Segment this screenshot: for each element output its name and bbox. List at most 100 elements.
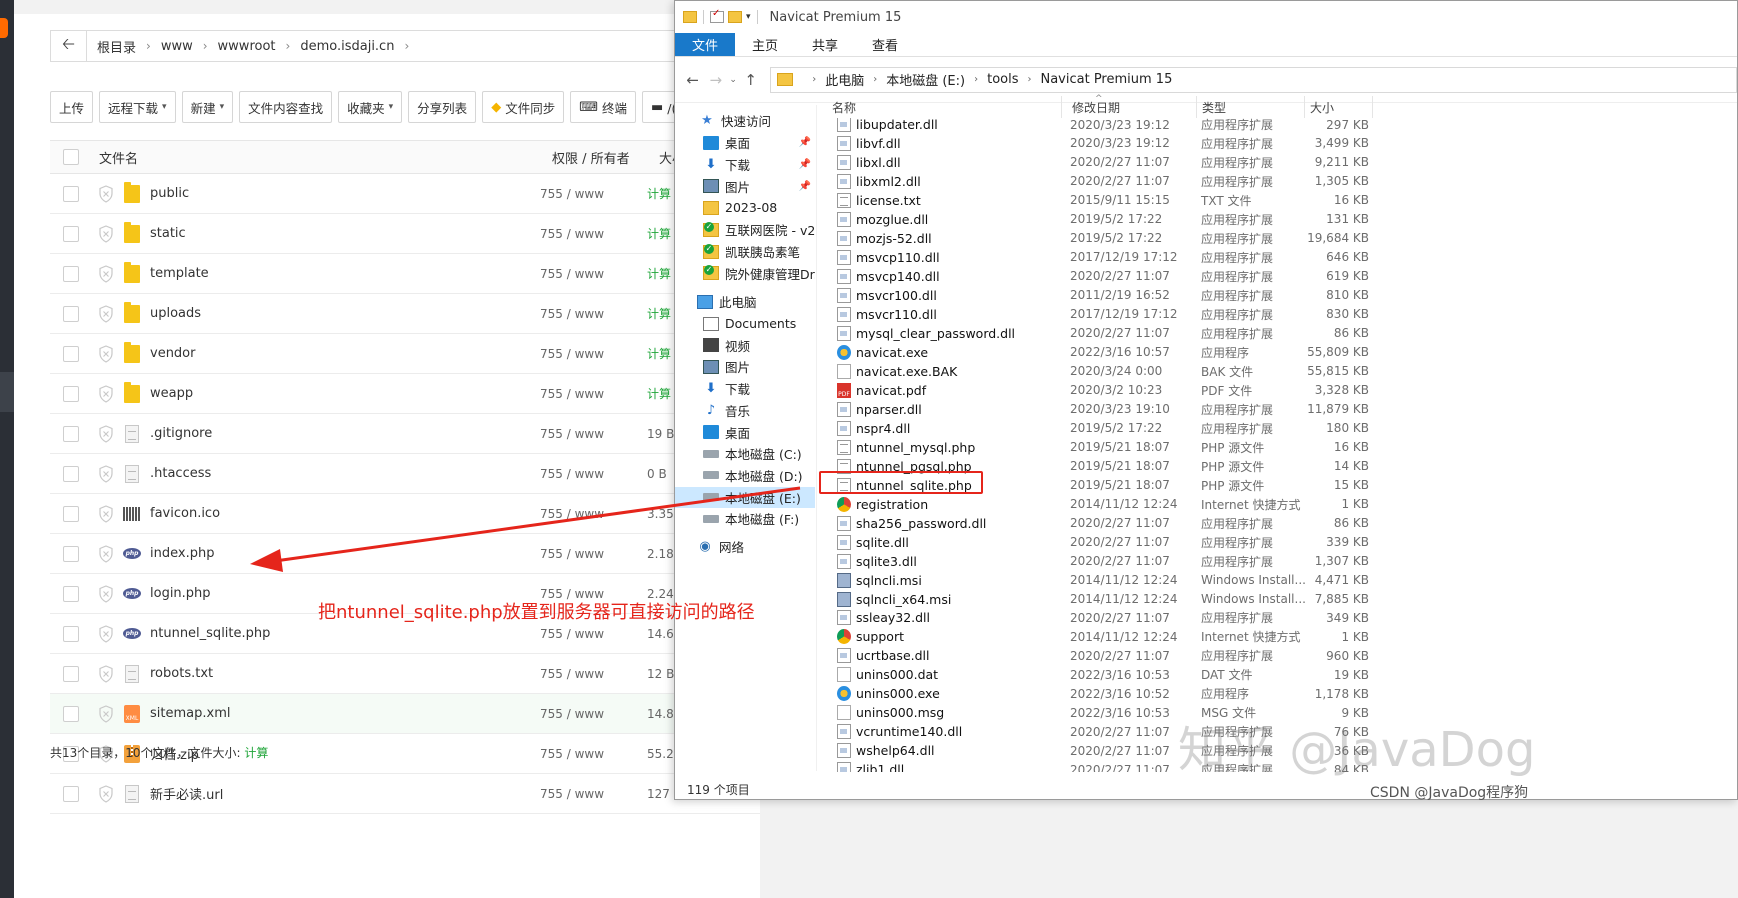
file-name[interactable]: ntunnel_sqlite.php <box>150 626 540 641</box>
file-row[interactable]: sqlncli_x64.msi 2014/11/12 12:24 Windows I… <box>827 590 1387 609</box>
table-row[interactable]: XMLsitemap.xml755 / www14.81 KB <box>50 694 760 734</box>
recent-dropdown-icon[interactable]: ⌄ <box>727 75 739 85</box>
file-permission[interactable]: 755 / www <box>540 547 647 561</box>
breadcrumb-item[interactable]: 根目录 <box>95 37 138 56</box>
address-segment[interactable]: 此电脑 <box>825 70 864 89</box>
file-size[interactable]: 计算 <box>647 185 671 202</box>
forward-arrow-icon[interactable]: → <box>704 71 727 89</box>
table-row[interactable]: favicon.ico 755 / www 3.35 KB <box>50 494 760 534</box>
nav-item[interactable]: 2023-08 <box>675 197 815 218</box>
toolbar-button-4[interactable]: 收藏夹 ▾ <box>338 91 403 123</box>
toolbar-button-2[interactable]: 新建 ▾ <box>181 91 234 123</box>
file-permission[interactable]: 755 / www <box>540 467 647 481</box>
file-row[interactable]: registration 2014/11/12 12:24 Internet 快捷方… <box>827 495 1387 514</box>
file-name[interactable]: .htaccess <box>150 466 540 481</box>
row-checkbox[interactable] <box>63 225 79 242</box>
notification-badge[interactable] <box>0 18 8 38</box>
file-size[interactable]: 计算 <box>647 225 671 242</box>
back-arrow-icon[interactable]: 🡠 <box>51 31 87 61</box>
up-arrow-icon[interactable]: ↑ <box>739 71 762 89</box>
sidebar-selected-item[interactable] <box>0 372 14 412</box>
nav-item[interactable]: 本地磁盘 (D:) <box>675 465 815 486</box>
row-checkbox[interactable] <box>63 625 79 642</box>
ribbon-tab-3[interactable]: 查看 <box>855 33 915 56</box>
file-row[interactable]: sqlite3.dll 2020/2/27 11:07 应用程序扩展 1,307 KB <box>827 552 1387 571</box>
column-header-0[interactable]: 名称 <box>827 96 1062 118</box>
file-row[interactable]: ucrtbase.dll 2020/2/27 11:07 应用程序扩展 960 KB <box>827 646 1387 665</box>
nav-item[interactable]: 互联网医院 - v2.0.1 <box>675 219 815 240</box>
file-row[interactable]: ssleay32.dll 2020/2/27 11:07 应用程序扩展 349 KB <box>827 608 1387 627</box>
nav-item[interactable]: ◉ 网络 <box>675 536 815 557</box>
file-row[interactable]: unins000.dat 2022/3/16 10:53 DAT 文件 19 KB <box>827 665 1387 684</box>
file-row[interactable]: msvcp140.dll 2020/2/27 11:07 应用程序扩展 619 KB <box>827 267 1387 286</box>
file-row[interactable]: mozglue.dll 2019/5/2 17:22 应用程序扩展 131 KB <box>827 210 1387 229</box>
file-size[interactable]: 计算 <box>647 305 671 322</box>
column-header-1[interactable]: 修改日期 <box>1067 96 1197 118</box>
file-name[interactable]: uploads <box>150 306 540 321</box>
column-header-perm[interactable]: 权限 / 所有者 <box>552 148 659 167</box>
table-row[interactable]: 新手必读.url 755 / www 127 B <box>50 774 760 814</box>
toolbar-button-5[interactable]: 分享列表 <box>408 91 477 123</box>
ribbon-tab-0[interactable]: 文件 <box>675 33 736 56</box>
file-row[interactable]: navicat.exe.BAK 2020/3/24 0:00 BAK 文件 55,81… <box>827 362 1387 381</box>
file-row[interactable]: sha256_password.dll 2020/2/27 11:07 应用程序扩展… <box>827 514 1387 533</box>
nav-item[interactable]: ★ 快速访问 <box>675 110 815 131</box>
table-row[interactable]: .gitignore 755 / www 19 B <box>50 414 760 454</box>
nav-item[interactable]: 图片 📌 <box>675 176 815 197</box>
file-row[interactable]: libvf.dll 2020/3/23 19:12 应用程序扩展 3,499 KB <box>827 134 1387 153</box>
row-checkbox[interactable] <box>63 585 79 602</box>
file-row[interactable]: msvcr110.dll 2017/12/19 17:12 应用程序扩展 830 KB <box>827 305 1387 324</box>
properties-icon[interactable] <box>710 8 724 23</box>
file-size[interactable]: 计算 <box>647 385 671 402</box>
table-row[interactable]: robots.txt 755 / www 12 B <box>50 654 760 694</box>
toolbar-button-3[interactable]: 文件内容查找 <box>239 91 333 123</box>
table-row[interactable]: weapp 755 / www 计算 <box>50 374 760 414</box>
file-row[interactable]: msvcr100.dll 2011/2/19 16:52 应用程序扩展 810 KB <box>827 286 1387 305</box>
row-checkbox[interactable] <box>63 665 79 682</box>
nav-item[interactable]: 图片 <box>675 356 815 377</box>
row-checkbox[interactable] <box>63 265 79 282</box>
file-permission[interactable]: 755 / www <box>540 387 647 401</box>
file-permission[interactable]: 755 / www <box>540 227 647 241</box>
breadcrumb-item[interactable]: demo.isdaji.cn <box>298 39 396 54</box>
nav-item[interactable]: 本地磁盘 (E:) <box>675 486 815 508</box>
column-header-3[interactable]: 大小 <box>1305 96 1373 118</box>
breadcrumb-item[interactable]: wwwroot <box>216 39 278 54</box>
file-row[interactable]: libupdater.dll 2020/3/23 19:12 应用程序扩展 297 K… <box>827 118 1387 134</box>
file-row[interactable]: ntunnel_mysql.php 2019/5/21 18:07 PHP 源文件 1… <box>827 438 1387 457</box>
summary-calc-link[interactable]: 计算 <box>244 746 268 760</box>
file-name[interactable]: weapp <box>150 386 540 401</box>
file-name[interactable]: template <box>150 266 540 281</box>
row-checkbox[interactable] <box>63 465 79 482</box>
file-row[interactable]: mysql_clear_password.dll 2020/2/27 11:07 应… <box>827 324 1387 343</box>
breadcrumb-item[interactable]: www <box>159 39 195 54</box>
table-row[interactable]: php index.php 755 / www 2.18 KB <box>50 534 760 574</box>
address-bar[interactable]: › 此电脑 › 本地磁盘 (E:) › tools › Navicat Premium 15 <box>770 66 1738 93</box>
toolbar-button-1[interactable]: 远程下载 ▾ <box>99 91 176 123</box>
table-row[interactable]: static 755 / www 计算 <box>50 214 760 254</box>
table-row[interactable]: vendor 755 / www 计算 <box>50 334 760 374</box>
file-permission[interactable]: 755 / www <box>540 347 647 361</box>
ribbon-tab-1[interactable]: 主页 <box>735 33 795 56</box>
file-row[interactable]: license.txt 2015/9/11 15:15 TXT 文件 16 KB <box>827 191 1387 210</box>
table-row[interactable]: public 755 / www 计算 <box>50 174 760 214</box>
file-row[interactable]: support 2014/11/12 12:24 Internet 快捷方式 1 KB <box>827 627 1387 646</box>
toolbar-button-6[interactable]: ◆ 文件同步 <box>482 91 565 123</box>
file-row[interactable]: unins000.exe 2022/3/16 10:52 应用程序 1,178 KB <box>827 684 1387 703</box>
file-name[interactable]: 新手必读.url <box>150 784 540 803</box>
nav-item[interactable]: 本地磁盘 (C:) <box>675 443 815 464</box>
file-row[interactable]: navicat.exe 2022/3/16 10:57 应用程序 55,809 KB <box>827 343 1387 362</box>
row-checkbox[interactable] <box>63 705 79 722</box>
file-name[interactable]: vendor <box>150 346 540 361</box>
file-row[interactable]: sqlite.dll 2020/2/27 11:07 应用程序扩展 339 KB <box>827 533 1387 552</box>
file-permission[interactable]: 755 / www <box>540 667 647 681</box>
ribbon-tab-2[interactable]: 共享 <box>795 33 855 56</box>
address-segment[interactable]: Navicat Premium 15 <box>1040 72 1172 87</box>
customize-dropdown-icon[interactable]: ▾ <box>746 12 751 22</box>
file-row[interactable]: libxl.dll 2020/2/27 11:07 应用程序扩展 9,211 KB <box>827 153 1387 172</box>
file-name[interactable]: sitemap.xml <box>150 706 540 721</box>
nav-item[interactable]: 视频 <box>675 335 815 356</box>
file-size[interactable]: 计算 <box>647 345 671 362</box>
file-name[interactable]: robots.txt <box>150 666 540 681</box>
file-row[interactable]: nparser.dll 2020/3/23 19:10 应用程序扩展 11,879 K… <box>827 400 1387 419</box>
